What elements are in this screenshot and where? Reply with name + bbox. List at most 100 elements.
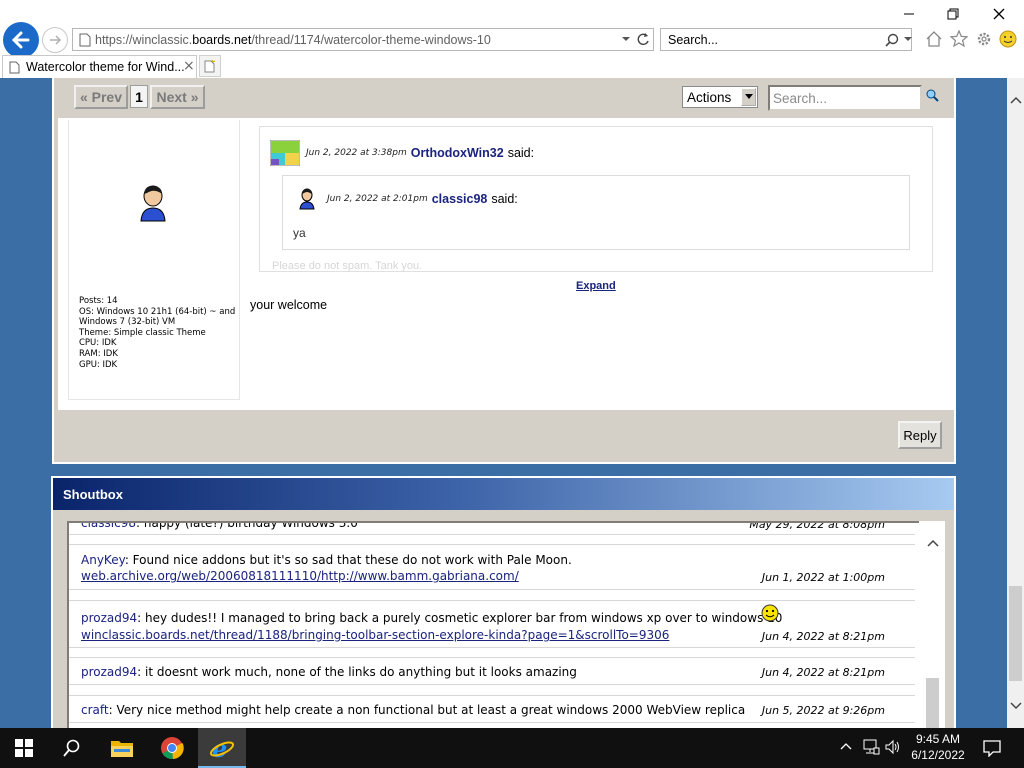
outer-quote-header: Jun 2, 2022 at 3:38pm OrthodoxWin32 said… <box>270 140 534 166</box>
outer-quote-date: Jun 2, 2022 at 3:38pm <box>306 148 407 158</box>
clock-date: 6/12/2022 <box>911 748 965 762</box>
home-icon <box>925 30 943 48</box>
shoutbox-header: Shoutbox <box>53 478 954 510</box>
inner-quote-said: said: <box>491 192 518 206</box>
favorites-button[interactable] <box>949 29 969 49</box>
message-user[interactable]: craft <box>81 703 109 717</box>
outer-quote-user[interactable]: OrthodoxWin32 <box>411 146 504 160</box>
shoutbox-scroll-thumb[interactable] <box>926 678 939 728</box>
dropdown-icon[interactable] <box>621 34 631 44</box>
tab-page-icon <box>9 61 20 74</box>
chrome-button[interactable] <box>148 728 196 768</box>
file-explorer-button[interactable] <box>98 728 146 768</box>
message-line: craft: Very nice method might help creat… <box>81 703 745 717</box>
settings-gear-icon <box>975 30 993 48</box>
inner-quote-user[interactable]: classic98 <box>432 192 488 206</box>
message-user[interactable]: prozad94 <box>81 611 137 625</box>
minimize-button[interactable] <box>894 4 924 24</box>
message-text: : Found nice addons but it's so sad that… <box>124 553 572 567</box>
page-scroll-thumb[interactable] <box>1009 586 1022 681</box>
message-text: : Very nice method might help create a n… <box>108 703 746 717</box>
prev-page-button[interactable]: « Prev <box>74 85 128 109</box>
actions-label: Actions <box>687 89 732 105</box>
tools-button[interactable] <box>974 29 994 49</box>
clock-time: 9:45 AM <box>915 732 961 746</box>
message-line: prozad94: it doesnt work much, none of t… <box>81 665 577 679</box>
address-bar[interactable]: https://winclassic.boards.net/thread/117… <box>72 28 654 51</box>
system-clock[interactable]: 9:45 AM 6/12/2022 <box>906 731 970 763</box>
smiley-emoticon-icon <box>761 604 779 622</box>
actions-dropdown-arrow[interactable] <box>741 88 756 106</box>
next-page-button[interactable]: Next » <box>150 85 205 109</box>
message-link[interactable]: winclassic.boards.net/thread/1188/bringi… <box>81 628 669 642</box>
user-os: OS: Windows 10 21h1 (64-bit) ~ and Windo… <box>79 306 236 328</box>
expand-link[interactable]: Expand <box>576 280 616 292</box>
start-button[interactable] <box>0 728 48 768</box>
message-link[interactable]: web.archive.org/web/20060818111110/http:… <box>81 569 519 583</box>
new-tab-button[interactable] <box>199 55 221 77</box>
message-line: classic98: happy (late?) birthday Window… <box>81 523 358 530</box>
page-scroll-down-icon[interactable] <box>1010 702 1022 710</box>
shoutbox-scrollbar[interactable] <box>919 521 945 728</box>
shoutbox-list[interactable]: classic98: happy (late?) birthday Window… <box>67 521 931 728</box>
inner-quote-header: Jun 2, 2022 at 2:01pm classic98 said: <box>299 188 518 210</box>
message-text: : hey dudes!! I managed to bring back a … <box>137 611 783 625</box>
close-window-button[interactable] <box>984 4 1014 24</box>
message-line: AnyKey: Found nice addons but it's so sa… <box>81 553 572 567</box>
network-icon[interactable] <box>862 739 880 755</box>
tab-title: Watercolor theme for Wind... <box>26 60 185 74</box>
browser-tab[interactable]: Watercolor theme for Wind... × <box>2 55 197 78</box>
faded-quote-text: Please do not spam. Tank you. <box>272 260 423 272</box>
user-cpu: CPU: IDK <box>79 338 117 349</box>
taskbar-search-button[interactable] <box>48 728 96 768</box>
actions-select[interactable]: Actions <box>682 86 758 108</box>
forward-arrow-icon <box>47 32 63 48</box>
internet-explorer-button[interactable]: e <box>198 728 246 768</box>
list-item: classic98: happy (late?) birthday Window… <box>69 523 915 535</box>
maximize-icon <box>947 8 959 20</box>
page-scrollbar[interactable] <box>1007 78 1024 728</box>
forum-search-input[interactable]: Search... <box>768 85 922 111</box>
forward-button[interactable] <box>42 27 68 53</box>
forum-search-placeholder: Search... <box>773 90 828 106</box>
taskbar-search-icon <box>63 739 81 757</box>
new-tab-icon <box>204 59 216 73</box>
forum-search-icon[interactable] <box>925 88 939 102</box>
file-explorer-icon <box>110 738 134 758</box>
show-hidden-icons-icon[interactable] <box>840 742 852 750</box>
home-button[interactable] <box>924 29 944 49</box>
refresh-icon[interactable] <box>636 32 650 46</box>
scroll-up-icon[interactable] <box>927 539 939 547</box>
search-icon[interactable] <box>885 33 899 47</box>
message-user[interactable]: classic98 <box>81 523 136 530</box>
browser-search-box[interactable]: Search... <box>660 28 912 51</box>
current-page-number[interactable]: 1 <box>130 85 148 108</box>
list-item: prozad94: hey dudes!! I managed to bring… <box>69 600 915 648</box>
page-scroll-up-icon[interactable] <box>1010 96 1022 104</box>
close-icon <box>993 8 1005 20</box>
user-theme: Theme: Simple classic Theme <box>79 327 206 338</box>
shoutbox: Shoutbox classic98: happy (late?) birthd… <box>51 476 956 728</box>
user-info: Posts: 14 OS: Windows 10 21h1 (64-bit) ~… <box>79 296 239 370</box>
user-ram: RAM: IDK <box>79 348 118 359</box>
notification-center-icon[interactable] <box>983 739 1001 757</box>
user-pane: Posts: 14 OS: Windows 10 21h1 (64-bit) ~… <box>68 120 240 400</box>
reply-button[interactable]: Reply <box>898 421 942 449</box>
message-line: prozad94: hey dudes!! I managed to bring… <box>81 611 782 625</box>
back-button[interactable] <box>3 22 39 58</box>
taskbar: e 9:45 AM 6/12/2022 <box>0 728 1024 768</box>
message-user[interactable]: AnyKey <box>81 553 125 567</box>
volume-icon[interactable] <box>884 739 902 755</box>
user-avatar-icon <box>270 140 300 166</box>
favorites-star-icon <box>950 30 968 48</box>
tab-close-icon[interactable]: × <box>183 58 195 74</box>
browser-search-placeholder: Search... <box>668 32 719 47</box>
search-dropdown-icon[interactable] <box>904 35 912 43</box>
message-user[interactable]: prozad94 <box>81 665 137 679</box>
list-item: prozad94: it doesnt work much, none of t… <box>69 657 915 685</box>
maximize-button[interactable] <box>938 4 968 24</box>
post-reply-text: your welcome <box>250 298 328 312</box>
feedback-button[interactable] <box>998 29 1018 49</box>
chrome-icon <box>160 736 184 760</box>
outer-quote-said: said: <box>507 146 535 160</box>
